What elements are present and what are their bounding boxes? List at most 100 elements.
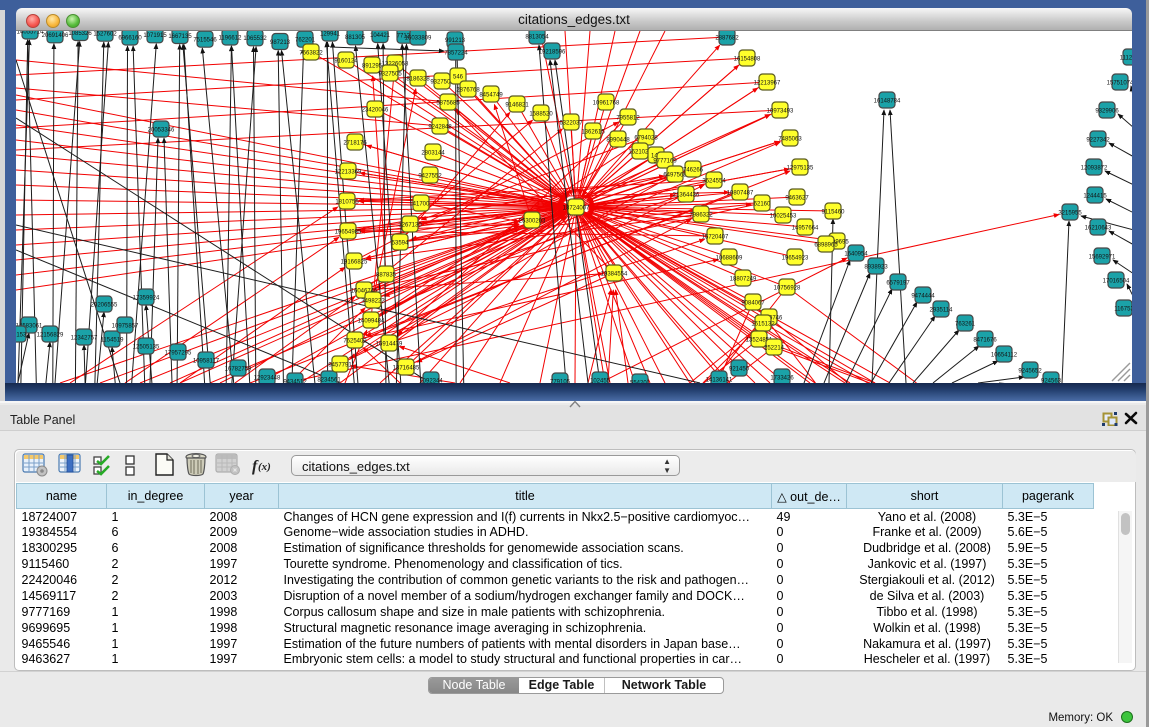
svg-text:17957295: 17957295 bbox=[165, 350, 192, 356]
svg-text:16210643: 16210643 bbox=[1085, 225, 1112, 231]
svg-text:12975135: 12975135 bbox=[787, 165, 814, 171]
svg-text:8990448: 8990448 bbox=[606, 137, 630, 143]
svg-text:546: 546 bbox=[453, 74, 464, 80]
svg-text:7986322: 7986322 bbox=[689, 212, 713, 218]
svg-text:14099484: 14099484 bbox=[358, 318, 385, 324]
svg-text:19654985: 19654985 bbox=[335, 229, 362, 235]
svg-text:12213967: 12213967 bbox=[754, 80, 781, 86]
svg-text:16033809: 16033809 bbox=[405, 35, 432, 41]
svg-text:6794028: 6794028 bbox=[634, 135, 658, 141]
svg-text:762201: 762201 bbox=[295, 38, 316, 44]
svg-text:19384554: 19384554 bbox=[601, 271, 628, 277]
svg-text:25300203: 25300203 bbox=[519, 218, 546, 224]
svg-text:19218596: 19218596 bbox=[539, 49, 566, 55]
svg-text:53594: 53594 bbox=[392, 240, 409, 246]
svg-text:6966160: 6966160 bbox=[118, 35, 142, 41]
svg-text:9463627: 9463627 bbox=[785, 195, 809, 201]
svg-text:1733426: 1733426 bbox=[770, 375, 794, 381]
svg-text:7485063: 7485063 bbox=[778, 136, 802, 142]
svg-text:9327505: 9327505 bbox=[378, 71, 402, 77]
svg-text:10756928: 10756928 bbox=[774, 285, 801, 291]
svg-text:9084067: 9084067 bbox=[741, 300, 765, 306]
svg-text:62160: 62160 bbox=[754, 201, 771, 207]
svg-text:(x): (x) bbox=[258, 461, 271, 473]
svg-text:10688609: 10688609 bbox=[716, 255, 743, 261]
svg-text:1362615: 1362615 bbox=[581, 129, 605, 135]
svg-text:3498222: 3498222 bbox=[361, 298, 385, 304]
svg-text:7857224: 7857224 bbox=[444, 50, 468, 56]
svg-text:12156829: 12156829 bbox=[37, 332, 64, 338]
svg-text:3215955: 3215955 bbox=[1058, 210, 1082, 216]
svg-text:2876768: 2876768 bbox=[456, 87, 480, 93]
svg-text:987213: 987213 bbox=[270, 40, 291, 46]
svg-text:921450: 921450 bbox=[729, 366, 750, 372]
svg-text:17359924: 17359924 bbox=[133, 295, 160, 301]
svg-text:12093872: 12093872 bbox=[1081, 165, 1108, 171]
svg-text:12213369: 12213369 bbox=[335, 169, 362, 175]
svg-text:891295: 891295 bbox=[362, 63, 383, 69]
svg-text:1810755: 1810755 bbox=[335, 199, 359, 205]
svg-text:10807487: 10807487 bbox=[727, 190, 754, 196]
svg-text:10025453: 10025453 bbox=[770, 213, 797, 219]
svg-text:14055714: 14055714 bbox=[17, 31, 44, 35]
svg-text:12342757: 12342757 bbox=[71, 335, 98, 341]
svg-text:1640954: 1640954 bbox=[844, 251, 868, 257]
svg-text:8813054: 8813054 bbox=[525, 34, 549, 40]
svg-text:9457791: 9457791 bbox=[328, 362, 352, 368]
svg-text:13716485: 13716485 bbox=[393, 365, 420, 371]
svg-text:18724007: 18724007 bbox=[563, 205, 590, 211]
svg-text:20206555: 20206555 bbox=[91, 302, 118, 308]
svg-text:746266: 746266 bbox=[683, 167, 704, 173]
svg-text:7625402: 7625402 bbox=[343, 338, 367, 344]
svg-text:8454749: 8454749 bbox=[479, 92, 503, 98]
svg-text:10958117: 10958117 bbox=[193, 358, 220, 364]
svg-text:21364436: 21364436 bbox=[673, 192, 700, 198]
svg-text:2887682: 2887682 bbox=[715, 35, 739, 41]
svg-text:20691406: 20691406 bbox=[42, 33, 69, 39]
svg-text:16914479: 16914479 bbox=[376, 341, 403, 347]
svg-text:104421: 104421 bbox=[370, 33, 391, 39]
svg-text:8471676: 8471676 bbox=[973, 337, 997, 343]
svg-text:15692971: 15692971 bbox=[1089, 254, 1116, 260]
svg-text:9427552: 9427552 bbox=[418, 173, 442, 179]
svg-text:1527602: 1527602 bbox=[93, 32, 117, 38]
svg-text:129941: 129941 bbox=[320, 31, 341, 37]
svg-text:10973493: 10973493 bbox=[767, 108, 794, 114]
svg-text:8938923: 8938923 bbox=[864, 264, 888, 270]
svg-text:1071915: 1071915 bbox=[143, 33, 167, 39]
svg-text:887835: 887835 bbox=[376, 272, 397, 278]
svg-text:1196612: 1196612 bbox=[219, 35, 243, 41]
svg-text:14957664: 14957664 bbox=[792, 225, 819, 231]
svg-text:39153: 39153 bbox=[16, 332, 27, 338]
svg-text:9227342: 9227342 bbox=[1086, 137, 1110, 143]
svg-text:20053346: 20053346 bbox=[148, 127, 175, 133]
svg-text:1588520: 1588520 bbox=[529, 111, 553, 117]
svg-text:7515546: 7515546 bbox=[193, 38, 217, 44]
svg-text:17016504: 17016504 bbox=[1103, 278, 1130, 284]
svg-text:10975857: 10975857 bbox=[112, 323, 139, 329]
svg-text:3267130: 3267130 bbox=[398, 222, 422, 228]
svg-text:41700: 41700 bbox=[413, 201, 430, 207]
svg-text:9242848: 9242848 bbox=[428, 124, 452, 130]
svg-text:15720407: 15720407 bbox=[702, 234, 729, 240]
svg-text:15751074: 15751074 bbox=[1107, 80, 1132, 86]
svg-text:16154808: 16154808 bbox=[734, 56, 761, 62]
svg-text:116753: 116753 bbox=[1114, 306, 1132, 312]
svg-text:252214: 252214 bbox=[764, 345, 785, 351]
svg-text:1112541: 1112541 bbox=[1120, 55, 1132, 61]
svg-text:8186328: 8186328 bbox=[406, 76, 430, 82]
svg-text:9146821: 9146821 bbox=[505, 102, 529, 108]
svg-text:7955812: 7955812 bbox=[616, 115, 640, 121]
svg-text:9115460: 9115460 bbox=[822, 209, 846, 215]
svg-text:10961768: 10961768 bbox=[593, 100, 620, 106]
svg-text:16148784: 16148784 bbox=[874, 98, 901, 104]
svg-text:1085326: 1085326 bbox=[68, 31, 92, 37]
svg-text:763261: 763261 bbox=[955, 321, 976, 327]
svg-text:6579197: 6579197 bbox=[886, 280, 910, 286]
svg-text:1065532: 1065532 bbox=[243, 36, 267, 42]
svg-text:9777169: 9777169 bbox=[653, 158, 677, 164]
svg-text:3624554: 3624554 bbox=[702, 178, 726, 184]
svg-text:991213: 991213 bbox=[445, 38, 466, 44]
svg-text:19654923: 19654923 bbox=[782, 255, 809, 261]
svg-text:1667135: 1667135 bbox=[168, 34, 192, 40]
